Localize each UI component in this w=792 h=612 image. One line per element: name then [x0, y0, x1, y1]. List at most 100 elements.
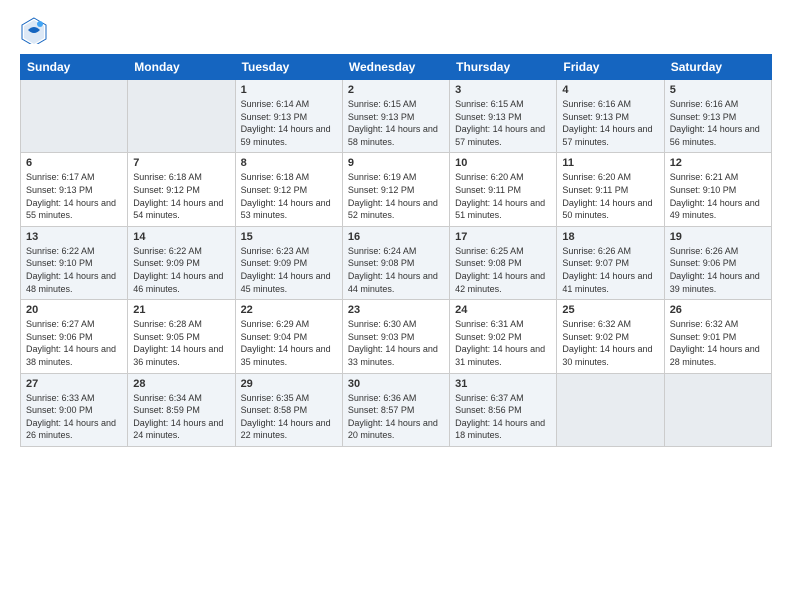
calendar-cell: 16 Sunrise: 6:24 AMSunset: 9:08 PMDayligh… — [342, 226, 449, 299]
day-number: 16 — [348, 231, 444, 243]
logo — [20, 16, 52, 44]
day-number: 18 — [562, 231, 658, 243]
day-number: 27 — [26, 378, 122, 390]
day-info: Sunrise: 6:19 AMSunset: 9:12 PMDaylight:… — [348, 171, 444, 221]
day-info: Sunrise: 6:37 AMSunset: 8:56 PMDaylight:… — [455, 392, 551, 442]
day-info: Sunrise: 6:32 AMSunset: 9:02 PMDaylight:… — [562, 318, 658, 368]
day-info: Sunrise: 6:18 AMSunset: 9:12 PMDaylight:… — [241, 171, 337, 221]
weekday-header-tuesday: Tuesday — [235, 55, 342, 80]
day-info: Sunrise: 6:15 AMSunset: 9:13 PMDaylight:… — [455, 98, 551, 148]
day-info: Sunrise: 6:16 AMSunset: 9:13 PMDaylight:… — [670, 98, 766, 148]
day-info: Sunrise: 6:27 AMSunset: 9:06 PMDaylight:… — [26, 318, 122, 368]
day-number: 13 — [26, 231, 122, 243]
calendar: SundayMondayTuesdayWednesdayThursdayFrid… — [20, 54, 772, 447]
day-info: Sunrise: 6:20 AMSunset: 9:11 PMDaylight:… — [562, 171, 658, 221]
weekday-header-friday: Friday — [557, 55, 664, 80]
day-number: 29 — [241, 378, 337, 390]
logo-icon — [20, 16, 48, 44]
calendar-cell: 5 Sunrise: 6:16 AMSunset: 9:13 PMDaylight… — [664, 80, 771, 153]
day-info: Sunrise: 6:32 AMSunset: 9:01 PMDaylight:… — [670, 318, 766, 368]
weekday-header-wednesday: Wednesday — [342, 55, 449, 80]
calendar-cell: 27 Sunrise: 6:33 AMSunset: 9:00 PMDayligh… — [21, 373, 128, 446]
day-info: Sunrise: 6:31 AMSunset: 9:02 PMDaylight:… — [455, 318, 551, 368]
calendar-week-row: 1Sunrise: 6:14 AMSunset: 9:13 PMDaylight… — [21, 80, 772, 153]
calendar-cell: 10 Sunrise: 6:20 AMSunset: 9:11 PMDayligh… — [450, 153, 557, 226]
calendar-cell: 3 Sunrise: 6:15 AMSunset: 9:13 PMDaylight… — [450, 80, 557, 153]
calendar-cell: 22 Sunrise: 6:29 AMSunset: 9:04 PMDayligh… — [235, 300, 342, 373]
day-info: Sunrise: 6:24 AMSunset: 9:08 PMDaylight:… — [348, 245, 444, 295]
calendar-cell: 25 Sunrise: 6:32 AMSunset: 9:02 PMDayligh… — [557, 300, 664, 373]
day-number: 3 — [455, 84, 551, 96]
calendar-cell: 8Sunrise: 6:18 AMSunset: 9:12 PMDaylight… — [235, 153, 342, 226]
day-number: 2 — [348, 84, 444, 96]
calendar-week-row: 13 Sunrise: 6:22 AMSunset: 9:10 PMDayligh… — [21, 226, 772, 299]
weekday-header-saturday: Saturday — [664, 55, 771, 80]
day-info: Sunrise: 6:16 AMSunset: 9:13 PMDaylight:… — [562, 98, 658, 148]
day-info: Sunrise: 6:30 AMSunset: 9:03 PMDaylight:… — [348, 318, 444, 368]
day-number: 5 — [670, 84, 766, 96]
calendar-cell — [128, 80, 235, 153]
calendar-cell: 20 Sunrise: 6:27 AMSunset: 9:06 PMDayligh… — [21, 300, 128, 373]
calendar-week-row: 20 Sunrise: 6:27 AMSunset: 9:06 PMDayligh… — [21, 300, 772, 373]
day-info: Sunrise: 6:23 AMSunset: 9:09 PMDaylight:… — [241, 245, 337, 295]
calendar-cell: 15 Sunrise: 6:23 AMSunset: 9:09 PMDayligh… — [235, 226, 342, 299]
day-number: 6 — [26, 157, 122, 169]
day-number: 15 — [241, 231, 337, 243]
calendar-cell: 6 Sunrise: 6:17 AMSunset: 9:13 PMDaylight… — [21, 153, 128, 226]
day-number: 30 — [348, 378, 444, 390]
calendar-cell: 21Sunrise: 6:28 AMSunset: 9:05 PMDayligh… — [128, 300, 235, 373]
day-number: 26 — [670, 304, 766, 316]
calendar-cell — [21, 80, 128, 153]
day-number: 28 — [133, 378, 229, 390]
calendar-cell — [557, 373, 664, 446]
calendar-cell: 18 Sunrise: 6:26 AMSunset: 9:07 PMDayligh… — [557, 226, 664, 299]
calendar-cell: 12Sunrise: 6:21 AMSunset: 9:10 PMDayligh… — [664, 153, 771, 226]
day-info: Sunrise: 6:34 AMSunset: 8:59 PMDaylight:… — [133, 392, 229, 442]
day-info: Sunrise: 6:35 AMSunset: 8:58 PMDaylight:… — [241, 392, 337, 442]
day-number: 10 — [455, 157, 551, 169]
calendar-week-row: 27 Sunrise: 6:33 AMSunset: 9:00 PMDayligh… — [21, 373, 772, 446]
day-info: Sunrise: 6:20 AMSunset: 9:11 PMDaylight:… — [455, 171, 551, 221]
calendar-cell: 30Sunrise: 6:36 AMSunset: 8:57 PMDayligh… — [342, 373, 449, 446]
day-info: Sunrise: 6:22 AMSunset: 9:10 PMDaylight:… — [26, 245, 122, 295]
day-info: Sunrise: 6:17 AMSunset: 9:13 PMDaylight:… — [26, 171, 122, 221]
day-number: 4 — [562, 84, 658, 96]
day-number: 23 — [348, 304, 444, 316]
calendar-cell: 17 Sunrise: 6:25 AMSunset: 9:08 PMDayligh… — [450, 226, 557, 299]
calendar-cell: 14 Sunrise: 6:22 AMSunset: 9:09 PMDayligh… — [128, 226, 235, 299]
calendar-cell: 23 Sunrise: 6:30 AMSunset: 9:03 PMDayligh… — [342, 300, 449, 373]
calendar-cell: 26 Sunrise: 6:32 AMSunset: 9:01 PMDayligh… — [664, 300, 771, 373]
day-number: 17 — [455, 231, 551, 243]
day-number: 19 — [670, 231, 766, 243]
day-info: Sunrise: 6:15 AMSunset: 9:13 PMDaylight:… — [348, 98, 444, 148]
calendar-cell: 7Sunrise: 6:18 AMSunset: 9:12 PMDaylight… — [128, 153, 235, 226]
day-info: Sunrise: 6:25 AMSunset: 9:08 PMDaylight:… — [455, 245, 551, 295]
calendar-cell: 24Sunrise: 6:31 AMSunset: 9:02 PMDayligh… — [450, 300, 557, 373]
day-info: Sunrise: 6:29 AMSunset: 9:04 PMDaylight:… — [241, 318, 337, 368]
day-number: 9 — [348, 157, 444, 169]
calendar-cell: 1Sunrise: 6:14 AMSunset: 9:13 PMDaylight… — [235, 80, 342, 153]
day-info: Sunrise: 6:26 AMSunset: 9:07 PMDaylight:… — [562, 245, 658, 295]
calendar-cell: 2 Sunrise: 6:15 AMSunset: 9:13 PMDaylight… — [342, 80, 449, 153]
weekday-header-sunday: Sunday — [21, 55, 128, 80]
day-number: 7 — [133, 157, 229, 169]
calendar-cell — [664, 373, 771, 446]
day-info: Sunrise: 6:33 AMSunset: 9:00 PMDaylight:… — [26, 392, 122, 442]
header — [20, 16, 772, 44]
calendar-cell: 29 Sunrise: 6:35 AMSunset: 8:58 PMDayligh… — [235, 373, 342, 446]
page: SundayMondayTuesdayWednesdayThursdayFrid… — [0, 0, 792, 612]
day-number: 22 — [241, 304, 337, 316]
calendar-cell: 4 Sunrise: 6:16 AMSunset: 9:13 PMDaylight… — [557, 80, 664, 153]
calendar-header-row: SundayMondayTuesdayWednesdayThursdayFrid… — [21, 55, 772, 80]
day-info: Sunrise: 6:22 AMSunset: 9:09 PMDaylight:… — [133, 245, 229, 295]
calendar-cell: 13 Sunrise: 6:22 AMSunset: 9:10 PMDayligh… — [21, 226, 128, 299]
day-number: 20 — [26, 304, 122, 316]
day-number: 14 — [133, 231, 229, 243]
weekday-header-thursday: Thursday — [450, 55, 557, 80]
day-info: Sunrise: 6:14 AMSunset: 9:13 PMDaylight:… — [241, 98, 337, 148]
day-info: Sunrise: 6:26 AMSunset: 9:06 PMDaylight:… — [670, 245, 766, 295]
day-info: Sunrise: 6:28 AMSunset: 9:05 PMDaylight:… — [133, 318, 229, 368]
weekday-header-monday: Monday — [128, 55, 235, 80]
day-number: 25 — [562, 304, 658, 316]
calendar-cell: 31Sunrise: 6:37 AMSunset: 8:56 PMDayligh… — [450, 373, 557, 446]
